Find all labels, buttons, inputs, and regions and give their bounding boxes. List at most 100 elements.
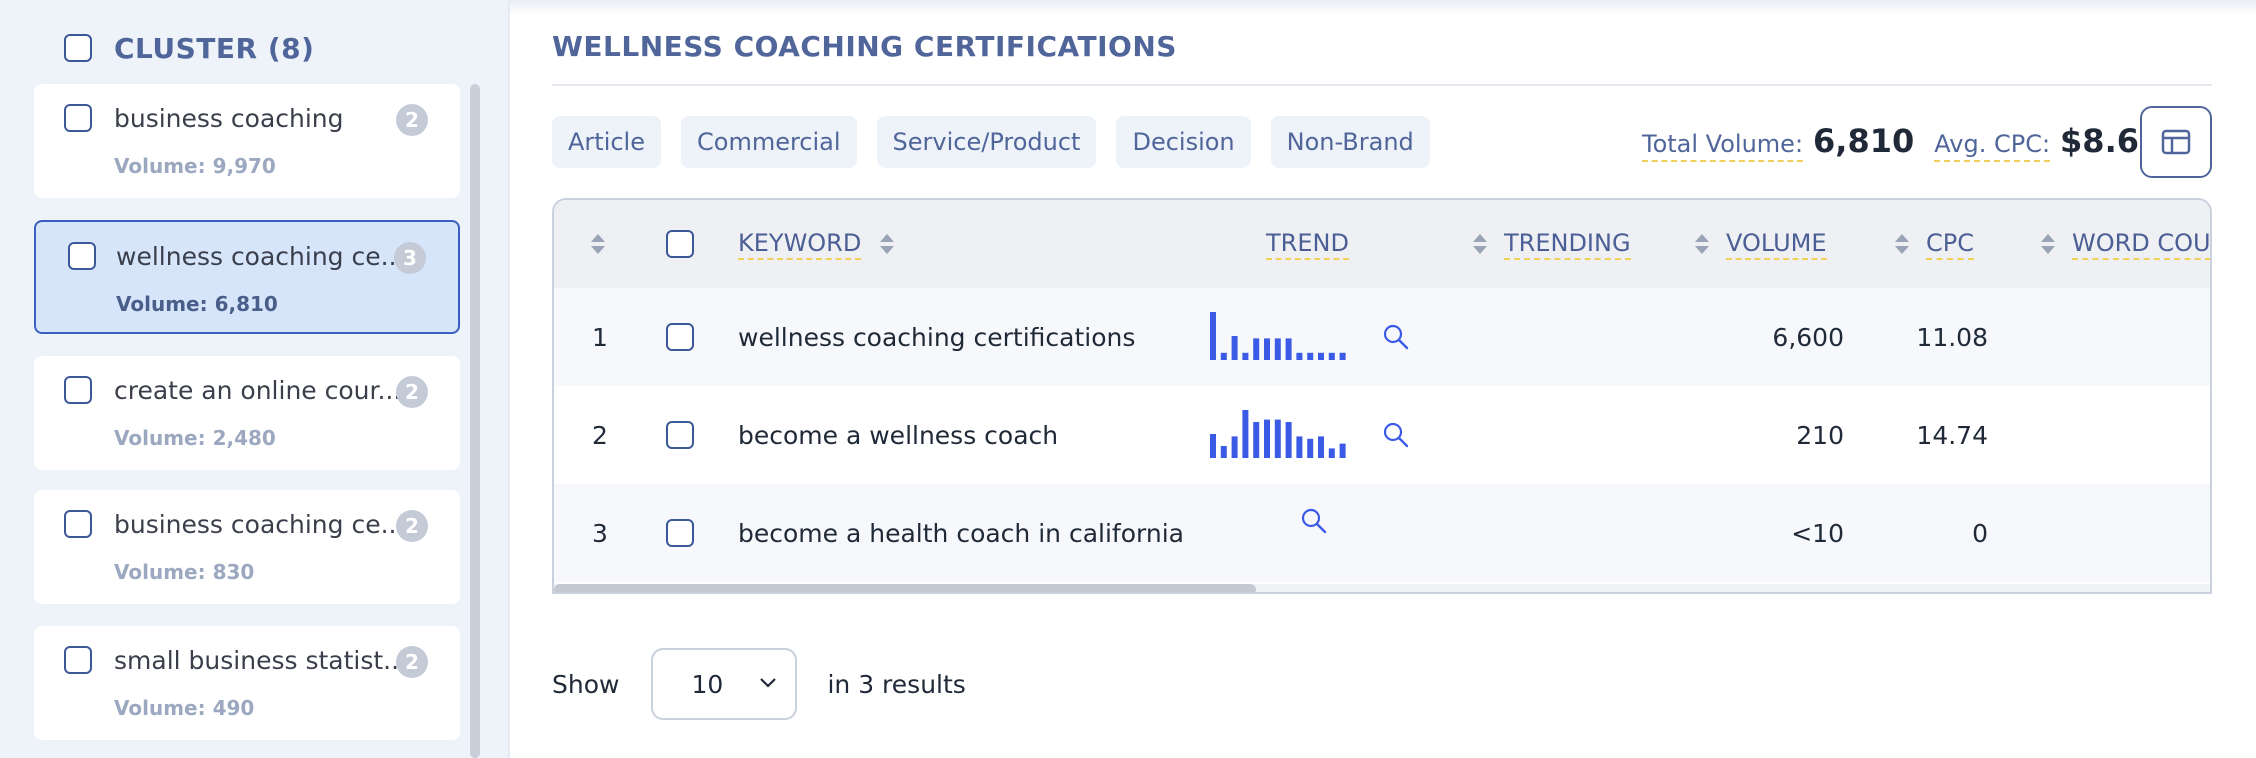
row-cpc: 11.08 <box>1916 322 1988 352</box>
cluster-count-badge: 3 <box>394 242 426 274</box>
search-keyword-button[interactable] <box>1300 472 1328 570</box>
row-keyword: become a wellness coach <box>738 420 1059 450</box>
search-keyword-button[interactable] <box>1382 288 1410 386</box>
page-size-select[interactable]: 10 <box>651 648 798 720</box>
show-label: Show <box>552 669 620 699</box>
row-checkbox[interactable] <box>666 519 694 547</box>
cluster-card[interactable]: business coaching Volume: 9,970 2 <box>34 84 460 198</box>
cluster-count-badge: 2 <box>396 104 428 136</box>
header-cpc[interactable]: CPC <box>1894 200 1974 288</box>
column-layout-button[interactable] <box>2140 106 2212 178</box>
cluster-count-badge: 2 <box>396 510 428 542</box>
trend-bar <box>1274 419 1281 458</box>
table-row[interactable]: 2 become a wellness coach 210 14.74 <box>554 386 2210 484</box>
row-volume: 6,600 <box>1772 322 1844 352</box>
sort-icon[interactable] <box>1694 232 1710 256</box>
tag-non-brand: Non-Brand <box>1270 116 1430 168</box>
cluster-checkbox[interactable] <box>68 242 96 270</box>
row-index: 1 <box>592 322 608 352</box>
cluster-checkbox[interactable] <box>64 104 92 132</box>
keyword-table: KEYWORD TREND TRENDING VOLUME CPC WORD C… <box>552 198 2212 594</box>
trend-bar <box>1231 436 1238 458</box>
cluster-totals: Total Volume: 6,810 Avg. CPC: $8.61 <box>1642 122 2161 168</box>
page-title: WELLNESS COACHING CERTIFICATIONS <box>552 30 1177 63</box>
trend-bar <box>1285 338 1292 360</box>
row-checkbox[interactable] <box>666 421 694 449</box>
cluster-volume: Volume: 6,810 <box>116 292 278 316</box>
trend-bar <box>1220 446 1227 458</box>
cluster-sidebar: CLUSTER (8) business coaching Volume: 9,… <box>0 0 510 758</box>
trend-bar <box>1296 352 1303 360</box>
tag-article: Article <box>552 116 661 168</box>
cluster-volume: Volume: 830 <box>114 560 255 584</box>
tag-commercial: Commercial <box>681 116 857 168</box>
row-checkbox[interactable] <box>666 323 694 351</box>
sort-icon[interactable] <box>2040 232 2056 256</box>
table-header: KEYWORD TREND TRENDING VOLUME CPC WORD C… <box>554 200 2210 288</box>
row-checkbox-cell <box>666 386 694 484</box>
sort-icon[interactable] <box>879 232 895 256</box>
layout-icon <box>2161 129 2191 155</box>
trend-sparkline <box>1210 312 1346 360</box>
row-volume: 210 <box>1796 420 1844 450</box>
intent-tags: Article Commercial Service/Product Decis… <box>552 116 1430 168</box>
trend-bar <box>1242 410 1249 458</box>
trend-bar <box>1253 338 1260 360</box>
header-trending[interactable]: TRENDING <box>1472 200 1631 288</box>
tag-decision: Decision <box>1116 116 1251 168</box>
trend-bar <box>1242 352 1249 360</box>
row-cpc: 0 <box>1972 518 1988 548</box>
chevron-down-icon <box>760 678 777 688</box>
row-index: 2 <box>592 420 608 450</box>
trend-bar <box>1264 419 1270 458</box>
header-volume[interactable]: VOLUME <box>1694 200 1827 288</box>
trend-sparkline <box>1210 410 1346 458</box>
cluster-volume: Volume: 9,970 <box>114 154 276 178</box>
cluster-name: business coaching ce... <box>114 510 405 539</box>
header-word-count[interactable]: WORD COU <box>2040 200 2210 288</box>
table-row[interactable]: 3 become a health coach in california <1… <box>554 484 2210 582</box>
row-keyword: become a health coach in california <box>738 518 1184 548</box>
header-checkbox-cell <box>666 200 694 288</box>
cluster-card[interactable]: small business statist... Volume: 490 2 <box>34 626 460 740</box>
avg-cpc-label: Avg. CPC: <box>1934 130 2051 162</box>
sidebar-scrollbar[interactable] <box>470 84 480 758</box>
header-keyword[interactable]: KEYWORD <box>738 200 895 288</box>
cluster-count-badge: 2 <box>396 376 428 408</box>
trend-bar <box>1318 352 1324 360</box>
sort-icon[interactable] <box>1472 232 1488 256</box>
trend-bar <box>1328 352 1335 360</box>
table-horizontal-scrollbar-thumb[interactable] <box>554 584 1256 592</box>
row-checkbox-cell <box>666 288 694 386</box>
select-all-clusters-checkbox[interactable] <box>64 34 92 62</box>
row-index: 3 <box>592 518 608 548</box>
index-sort-button[interactable] <box>590 200 606 288</box>
trend-bar <box>1274 338 1281 360</box>
search-icon <box>1301 508 1327 534</box>
cluster-checkbox[interactable] <box>64 376 92 404</box>
cluster-volume: Volume: 2,480 <box>114 426 276 450</box>
trend-bar <box>1285 422 1292 458</box>
search-keyword-button[interactable] <box>1382 386 1410 484</box>
cluster-checkbox[interactable] <box>64 510 92 538</box>
cluster-card-active[interactable]: wellness coaching ce... Volume: 6,810 3 <box>34 220 460 334</box>
search-icon <box>1383 422 1409 448</box>
divider <box>552 84 2212 86</box>
total-volume-value: 6,810 <box>1813 122 1915 160</box>
trend-bar <box>1253 422 1260 458</box>
cluster-name: business coaching <box>114 104 344 133</box>
select-all-keywords-checkbox[interactable] <box>666 230 694 258</box>
cluster-detail: WELLNESS COACHING CERTIFICATIONS Article… <box>552 0 2256 758</box>
cluster-card[interactable]: business coaching ce... Volume: 830 2 <box>34 490 460 604</box>
cluster-volume: Volume: 490 <box>114 696 255 720</box>
trend-bar <box>1339 443 1346 458</box>
table-row[interactable]: 1 wellness coaching certifications 6,600… <box>554 288 2210 386</box>
sort-icon[interactable] <box>1894 232 1910 256</box>
row-checkbox-cell <box>666 484 694 582</box>
cluster-card[interactable]: create an online cour... Volume: 2,480 2 <box>34 356 460 470</box>
trend-bar <box>1231 336 1238 360</box>
cluster-count-badge: 2 <box>396 646 428 678</box>
trend-bar <box>1220 352 1227 360</box>
cluster-checkbox[interactable] <box>64 646 92 674</box>
trend-bar <box>1210 434 1216 458</box>
